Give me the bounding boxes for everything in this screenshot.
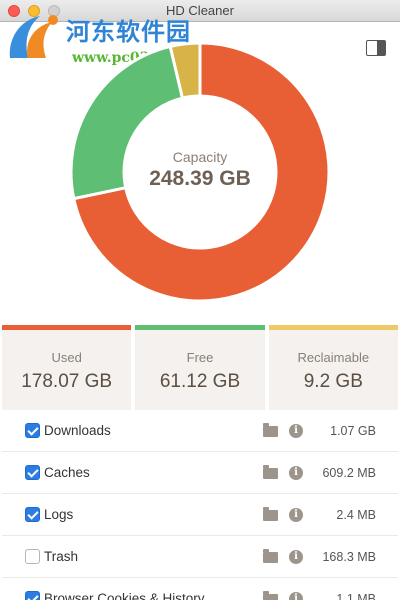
item-size: 1.1 MB (336, 592, 376, 600)
info-icon[interactable]: i (289, 508, 303, 522)
stat-free: Free 61.12 GB (135, 330, 269, 410)
logs-checkbox[interactable] (25, 507, 40, 522)
caches-checkbox[interactable] (25, 465, 40, 480)
info-icon[interactable]: i (289, 424, 303, 438)
downloads-checkbox[interactable] (25, 423, 40, 438)
item-size: 2.4 MB (336, 508, 376, 522)
browser-cookies-history-checkbox[interactable] (25, 591, 40, 600)
folder-icon[interactable] (263, 549, 278, 563)
info-icon[interactable]: i (289, 466, 303, 480)
capacity-value: 248.39 GB (149, 167, 251, 190)
view-toggle-button[interactable] (366, 40, 386, 56)
watermark-logo (9, 15, 58, 58)
cleanup-item-list: Downloads i 1.07 GB Caches i 609.2 MB Lo… (2, 410, 398, 600)
trash-checkbox[interactable] (25, 549, 40, 564)
capacity-label: Capacity (172, 149, 228, 165)
info-icon[interactable]: i (289, 550, 303, 564)
folder-icon[interactable] (263, 591, 278, 600)
item-name: Trash (44, 549, 79, 564)
folder-icon[interactable] (263, 465, 278, 479)
list-item-logs[interactable]: Logs i 2.4 MB (2, 494, 398, 536)
capacity-donut-chart: Capacity 248.39 GB (69, 40, 331, 305)
stat-value: 9.2 GB (303, 371, 363, 392)
list-item-downloads[interactable]: Downloads i 1.07 GB (2, 410, 398, 452)
stat-reclaimable: Reclaimable 9.2 GB (269, 330, 398, 410)
item-name: Downloads (44, 423, 111, 438)
list-item-browser-cookies-history[interactable]: Browser Cookies & History i 1.1 MB (2, 578, 398, 600)
stat-used: Used 178.07 GB (2, 330, 136, 410)
storage-stats: Used 178.07 GB Free 61.12 GB Reclaimable… (2, 330, 398, 410)
info-icon[interactable]: i (289, 592, 303, 600)
item-name: Caches (44, 465, 90, 480)
stat-label: Free (186, 350, 214, 365)
stat-label: Reclaimable (297, 350, 370, 365)
stat-value: 61.12 GB (159, 371, 241, 392)
item-name: Logs (44, 507, 74, 522)
stat-label: Used (51, 350, 82, 365)
list-item-trash[interactable]: Trash i 168.3 MB (2, 536, 398, 578)
item-size: 609.2 MB (322, 466, 376, 480)
item-size: 168.3 MB (322, 550, 376, 564)
stat-value: 178.07 GB (21, 371, 113, 392)
item-size: 1.07 GB (330, 424, 376, 438)
folder-icon[interactable] (263, 423, 278, 437)
folder-icon[interactable] (263, 507, 278, 521)
item-name: Browser Cookies & History (44, 591, 205, 600)
list-item-caches[interactable]: Caches i 609.2 MB (2, 452, 398, 494)
